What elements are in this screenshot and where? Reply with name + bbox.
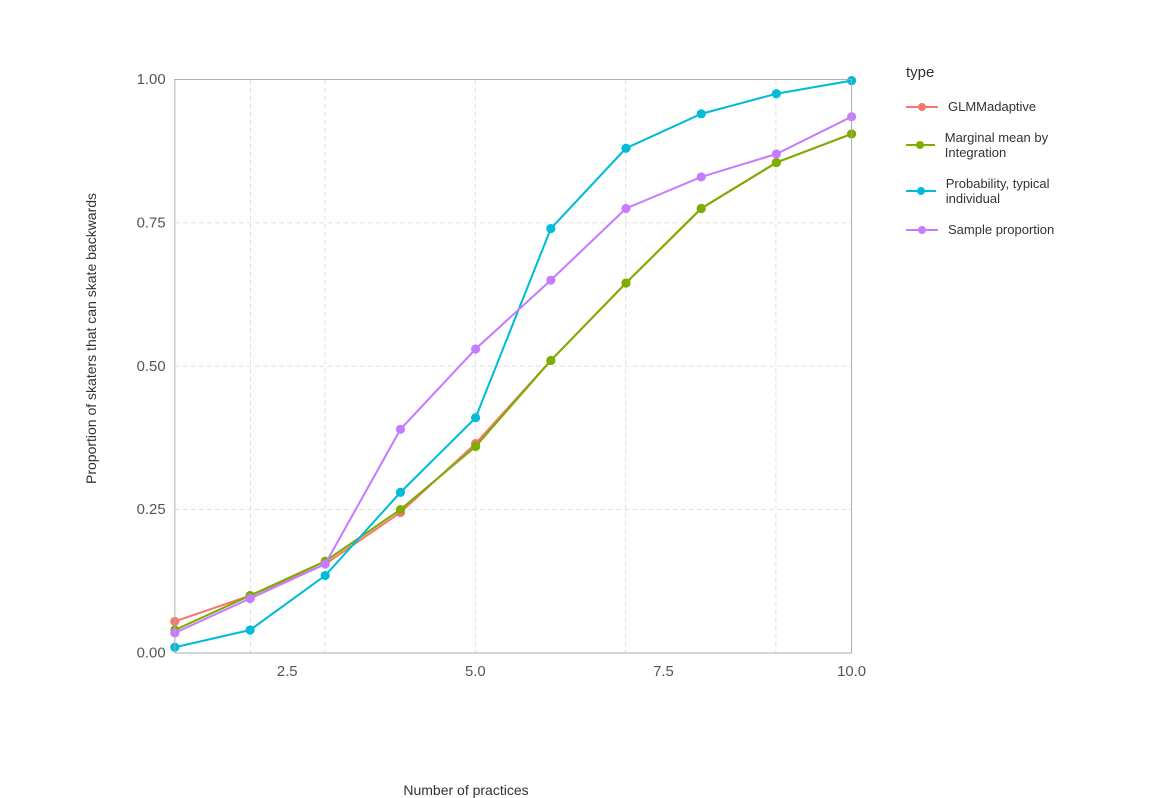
- svg-text:2.5: 2.5: [277, 664, 298, 680]
- svg-text:0.00: 0.00: [137, 646, 166, 662]
- legend-line-sample-prop: [906, 229, 938, 231]
- svg-text:10.0: 10.0: [837, 664, 866, 680]
- x-axis-label: Number of practices: [46, 782, 886, 798]
- y-axis-label: Proportion of skaters that can skate bac…: [83, 284, 99, 484]
- legend-label-glmmadaptive: GLMMadaptive: [948, 99, 1036, 114]
- chart-container: Proportion of skaters that can skate bac…: [26, 24, 1126, 744]
- svg-text:7.5: 7.5: [653, 664, 674, 680]
- legend-line-marginal-mean: [906, 144, 935, 146]
- legend-label-prob-typical: Probability, typical individual: [946, 176, 1096, 206]
- legend-label-sample-prop: Sample proportion: [948, 222, 1054, 237]
- legend-item-sample-prop: Sample proportion: [906, 222, 1096, 237]
- legend-label-marginal-mean: Marginal mean by Integration: [945, 130, 1096, 160]
- legend-line-glmmadaptive: [906, 106, 938, 108]
- legend: type GLMMadaptive Marginal mean by Integ…: [886, 44, 1106, 257]
- svg-text:0.50: 0.50: [137, 359, 166, 375]
- legend-line-prob-typical: [906, 190, 936, 192]
- legend-title: type: [906, 64, 1096, 81]
- svg-text:1.00: 1.00: [137, 72, 166, 88]
- chart-svg: 0.00 0.25 0.50 0.75 1.00 2.5 5.0 7.5 10.…: [106, 54, 886, 724]
- svg-text:5.0: 5.0: [465, 664, 486, 680]
- svg-text:0.75: 0.75: [137, 215, 166, 231]
- svg-text:0.25: 0.25: [137, 502, 166, 518]
- chart-area: Proportion of skaters that can skate bac…: [46, 44, 886, 724]
- legend-item-prob-typical: Probability, typical individual: [906, 176, 1096, 206]
- legend-item-glmmadaptive: GLMMadaptive: [906, 99, 1096, 114]
- plot-wrapper: 0.00 0.25 0.50 0.75 1.00 2.5 5.0 7.5 10.…: [106, 54, 886, 724]
- legend-item-marginal-mean: Marginal mean by Integration: [906, 130, 1096, 160]
